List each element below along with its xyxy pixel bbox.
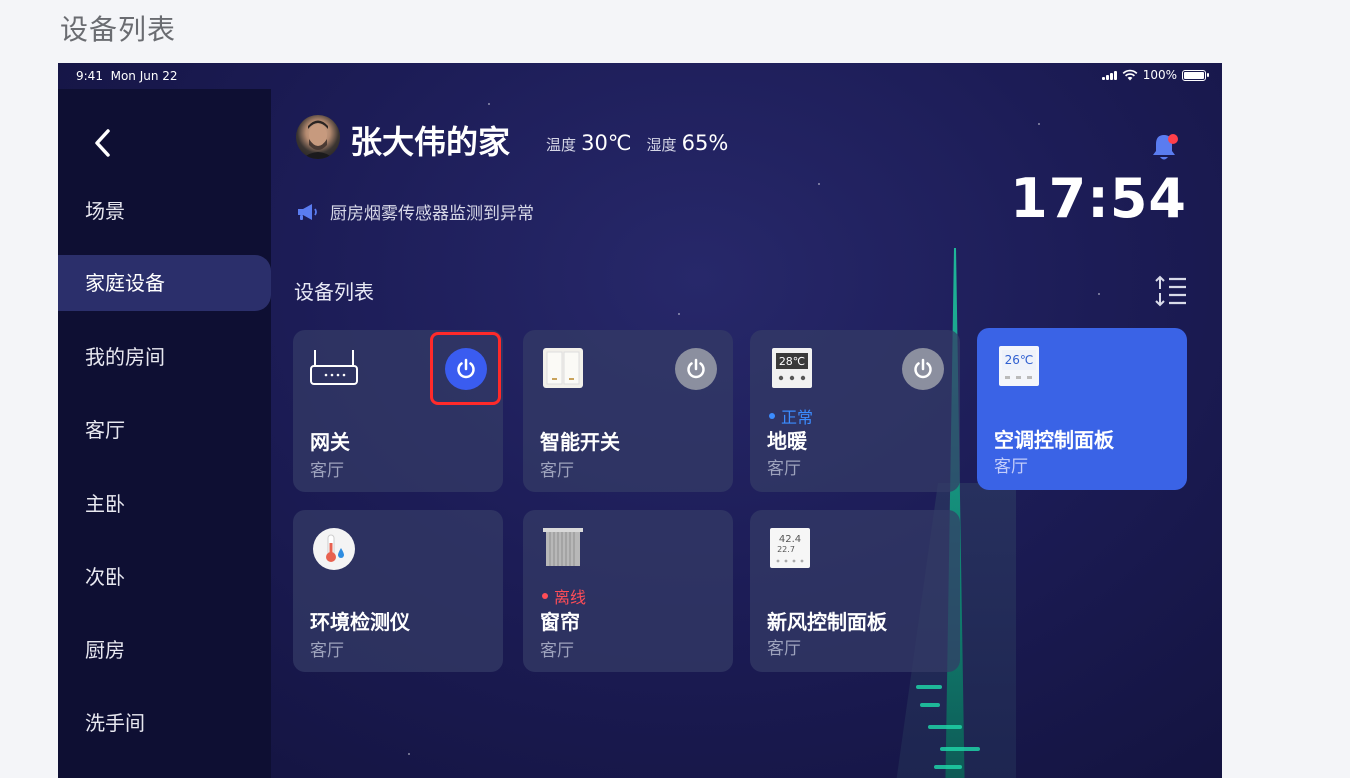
- air-panel-icon: 42.422.7: [770, 528, 810, 568]
- sidebar-item-my-rooms[interactable]: 我的房间: [58, 329, 271, 385]
- switch-icon: [543, 348, 583, 388]
- environment-readout: 温度 30℃ 湿度 65%: [546, 131, 738, 155]
- sidebar-item-living-room[interactable]: 客厅: [58, 402, 271, 458]
- tablet-screen: 9:41 Mon Jun 22 100% 场景 家庭设备 我的房间 客厅 主卧 …: [58, 63, 1222, 778]
- sidebar-item-label: 家庭设备: [85, 271, 165, 295]
- thermometer-icon: [313, 528, 355, 570]
- device-room: 客厅: [540, 641, 574, 661]
- device-card-gateway[interactable]: 网关 客厅: [293, 330, 503, 492]
- device-card-floor-heating[interactable]: 28℃ 正常 地暖 客厅: [750, 330, 960, 492]
- sidebar-item-scenes[interactable]: 场景: [58, 183, 271, 239]
- ac-display-text: 26℃: [1005, 353, 1034, 367]
- device-name: 网关: [310, 430, 350, 454]
- device-room: 客厅: [310, 641, 344, 661]
- battery-icon: [1182, 69, 1209, 81]
- device-name: 环境检测仪: [310, 610, 410, 634]
- sidebar-item-second-bedroom[interactable]: 次卧: [58, 549, 271, 605]
- power-icon: [687, 358, 705, 379]
- device-name: 空调控制面板: [994, 428, 1114, 452]
- humidity-value: 65%: [681, 131, 729, 155]
- device-room: 客厅: [310, 461, 344, 481]
- page-heading: 设备列表: [60, 13, 177, 46]
- chevron-left-icon: [95, 129, 110, 157]
- thermostat-icon: 28℃: [772, 348, 812, 388]
- status-badge: 离线: [542, 584, 586, 608]
- battery-percent: 100%: [1142, 68, 1177, 82]
- highlight-box: [430, 332, 501, 405]
- back-button[interactable]: [91, 125, 113, 165]
- status-text: 离线: [554, 588, 587, 607]
- alert-notice-text: 厨房烟雾传感器监测到异常: [330, 204, 534, 224]
- device-card-curtain[interactable]: 离线 窗帘 客厅: [523, 510, 733, 672]
- notification-dot: [1168, 134, 1178, 144]
- device-room: 客厅: [767, 639, 801, 659]
- clock: 17:54: [1010, 167, 1187, 230]
- device-name: 窗帘: [540, 610, 580, 634]
- device-card-ac-panel[interactable]: 26℃ 空调控制面板 客厅: [977, 328, 1187, 490]
- power-icon: [914, 358, 932, 379]
- device-card-env-monitor[interactable]: 环境检测仪 客厅: [293, 510, 503, 672]
- sidebar-item-bathroom[interactable]: 洗手间: [58, 695, 271, 751]
- device-name: 新风控制面板: [767, 610, 887, 634]
- power-toggle-button[interactable]: [902, 348, 944, 390]
- device-name: 地暖: [767, 429, 807, 453]
- status-dot: [542, 593, 548, 599]
- sidebar-item-kitchen[interactable]: 厨房: [58, 622, 271, 678]
- home-title: 张大伟的家: [350, 123, 511, 161]
- alert-notice[interactable]: 厨房烟雾传感器监测到异常: [296, 199, 534, 224]
- temperature-label: 温度: [546, 136, 577, 154]
- status-date: Mon Jun 22: [110, 69, 178, 83]
- router-icon: [310, 350, 358, 385]
- device-card-smart-switch[interactable]: 智能开关 客厅: [523, 330, 733, 492]
- avatar[interactable]: [296, 115, 340, 159]
- sidebar-item-label: 我的房间: [85, 345, 165, 369]
- air-panel-display-line2: 22.7: [777, 545, 795, 554]
- sidebar-item-label: 次卧: [85, 565, 125, 589]
- sidebar-item-label: 主卧: [85, 492, 125, 516]
- device-room: 客厅: [540, 461, 574, 481]
- sidebar-item-home-devices[interactable]: 家庭设备: [58, 255, 271, 311]
- cellular-signal-icon: [1102, 70, 1117, 80]
- status-time: 9:41: [76, 69, 103, 83]
- status-dot: [769, 413, 775, 419]
- sidebar-item-label: 厨房: [85, 638, 125, 662]
- device-card-fresh-air-panel[interactable]: 42.4 22.7 新风控制面板 客厅: [750, 510, 960, 672]
- sidebar-item-label: 洗手间: [85, 711, 145, 735]
- air-panel-display-line1: 42.4: [779, 534, 801, 545]
- sidebar-item-label: 场景: [85, 199, 125, 223]
- curtain-icon: [543, 528, 583, 566]
- status-bar: 9:41 Mon Jun 22 100%: [58, 63, 1222, 89]
- ac-panel-icon: 26℃: [999, 346, 1039, 386]
- sidebar-item-label: 客厅: [85, 418, 125, 442]
- section-title: 设备列表: [294, 280, 374, 304]
- sidebar: 场景 家庭设备 我的房间 客厅 主卧 次卧 厨房 洗手间: [58, 89, 271, 778]
- wifi-icon: [1122, 69, 1138, 81]
- device-name: 智能开关: [540, 430, 620, 454]
- thermostat-display-text: 28℃: [779, 355, 805, 368]
- device-room: 客厅: [767, 459, 801, 479]
- device-room: 客厅: [994, 457, 1028, 477]
- sort-list-icon[interactable]: [1154, 273, 1188, 309]
- humidity-label: 湿度: [646, 136, 677, 154]
- power-toggle-button[interactable]: [675, 348, 717, 390]
- megaphone-icon: [298, 203, 317, 220]
- temperature-value: 30℃: [581, 131, 632, 155]
- sidebar-item-master-bedroom[interactable]: 主卧: [58, 476, 271, 532]
